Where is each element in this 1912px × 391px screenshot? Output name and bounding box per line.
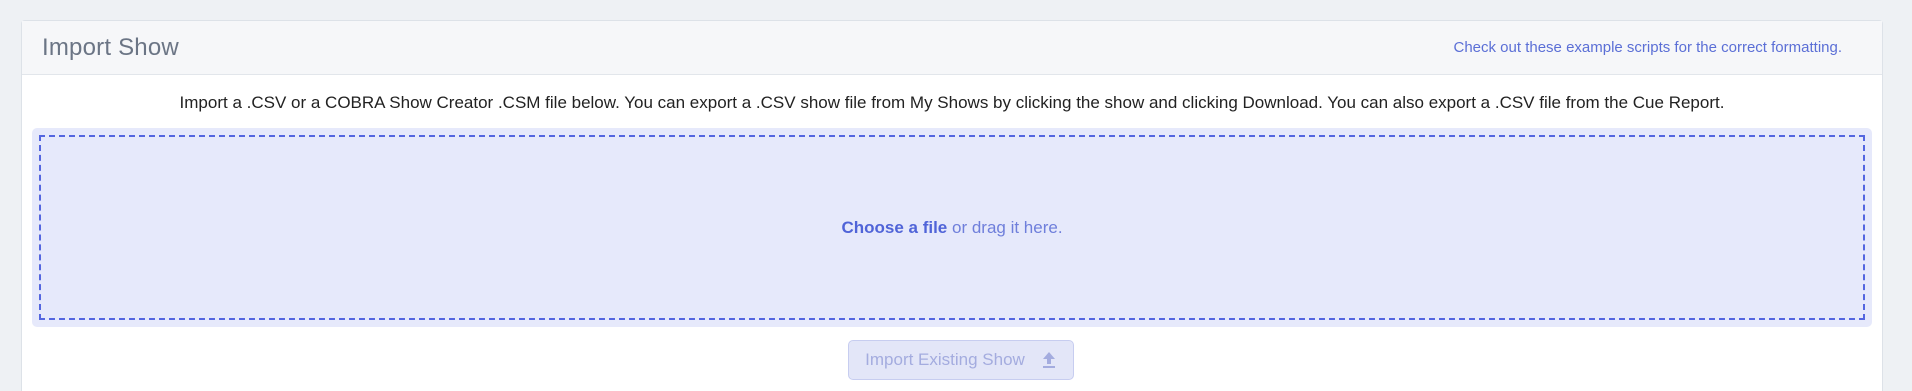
example-scripts-link[interactable]: Check out these example scripts for the … — [1454, 39, 1843, 56]
choose-file-link[interactable]: Choose a file — [841, 218, 947, 237]
import-existing-show-button[interactable]: Import Existing Show — [848, 340, 1074, 380]
import-show-card: Import Show Check out these example scri… — [21, 20, 1883, 391]
drag-hint: or drag it here. — [947, 217, 1063, 237]
dropzone-text: Choose a file or drag it here. — [841, 218, 1062, 238]
dropzone-container: Choose a file or drag it here. — [32, 128, 1872, 327]
import-instructions: Import a .CSV or a COBRA Show Creator .C… — [179, 93, 1725, 112]
card-header: Import Show Check out these example scri… — [22, 21, 1882, 75]
file-dropzone[interactable]: Choose a file or drag it here. — [39, 135, 1865, 320]
upload-icon — [1041, 351, 1057, 369]
import-button-label: Import Existing Show — [865, 350, 1025, 369]
card-body: Import a .CSV or a COBRA Show Creator .C… — [22, 75, 1882, 391]
page-title: Import Show — [42, 33, 179, 61]
